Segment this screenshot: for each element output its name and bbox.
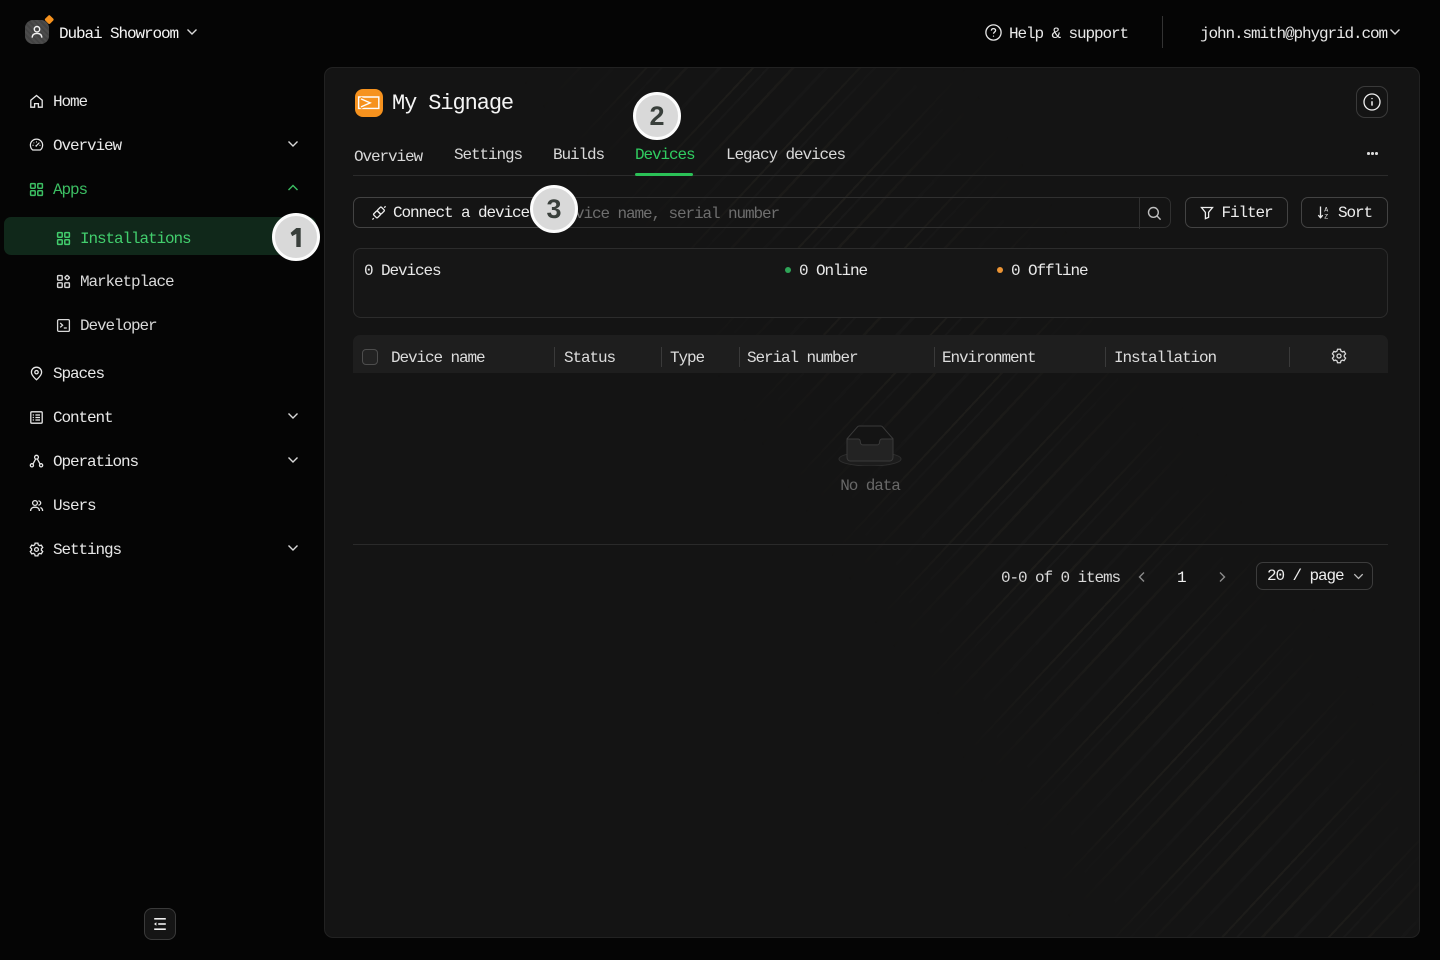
svg-text:A: A bbox=[1324, 206, 1328, 213]
svg-text:Z: Z bbox=[1324, 214, 1328, 220]
